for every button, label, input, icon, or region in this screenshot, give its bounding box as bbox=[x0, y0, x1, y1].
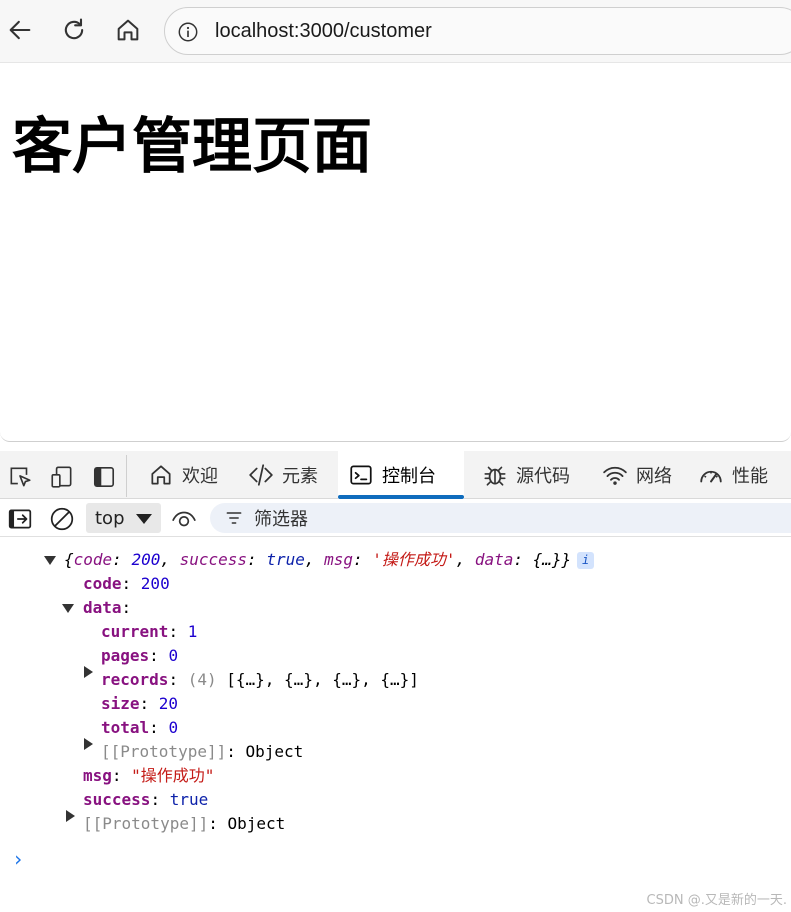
context-value: top bbox=[95, 507, 125, 529]
clear-console-button[interactable] bbox=[48, 505, 76, 533]
home-icon bbox=[117, 19, 139, 41]
inspect-element-button[interactable] bbox=[6, 463, 34, 491]
home-icon bbox=[151, 465, 171, 485]
reload-button[interactable] bbox=[56, 12, 92, 48]
home-button[interactable] bbox=[110, 12, 146, 48]
console-filter[interactable]: 筛选器 bbox=[210, 503, 791, 533]
dropdown-caret-icon bbox=[136, 514, 152, 524]
tab-welcome[interactable]: 欢迎 bbox=[138, 451, 228, 499]
console-prop-records[interactable]: records: (4) [{…}, {…}, {…}, {…}] bbox=[101, 668, 419, 692]
console-prop-msg: msg: "操作成功" bbox=[83, 766, 215, 785]
devtools-panel: 欢迎 元素 控制台 源代码 网络 性能 top 筛选器 {code: 200, … bbox=[0, 445, 791, 912]
toolbar-divider bbox=[126, 455, 127, 497]
url-text: localhost:3000/customer bbox=[215, 20, 432, 42]
collapse-triangle-icon[interactable] bbox=[66, 810, 75, 822]
info-badge-icon[interactable]: i bbox=[577, 552, 595, 569]
info-circle-icon[interactable] bbox=[177, 21, 199, 43]
device-icon bbox=[51, 466, 72, 488]
console-prompt[interactable]: › bbox=[12, 847, 24, 871]
console-output: {code: 200, success: true, msg: '操作成功', … bbox=[0, 537, 791, 912]
page-title: 客户管理页面 bbox=[12, 112, 372, 182]
console-prop-current: current: 1 bbox=[101, 622, 198, 641]
tab-console[interactable]: 控制台 bbox=[338, 451, 464, 499]
console-prop-root-prototype[interactable]: [[Prototype]]: Object bbox=[83, 812, 285, 836]
console-prop-code: code: 200 bbox=[83, 574, 170, 593]
code-icon bbox=[249, 464, 273, 486]
devtools-tab-bar: 欢迎 元素 控制台 源代码 网络 性能 bbox=[0, 451, 791, 499]
console-object-summary[interactable]: {code: 200, success: true, msg: '操作成功', … bbox=[64, 548, 595, 572]
context-selector[interactable]: top bbox=[86, 503, 161, 533]
console-prop-success: success: true bbox=[83, 790, 209, 809]
eye-icon bbox=[172, 511, 196, 527]
expand-triangle-icon[interactable] bbox=[44, 556, 56, 565]
console-icon bbox=[350, 465, 372, 485]
watermark: CSDN @.又是新的一天. bbox=[646, 893, 787, 908]
bug-icon bbox=[484, 466, 506, 486]
block-icon bbox=[50, 507, 74, 531]
inspect-cursor-icon bbox=[10, 467, 31, 487]
console-prop-size: size: 20 bbox=[101, 694, 179, 713]
back-button[interactable] bbox=[2, 12, 38, 48]
tab-elements[interactable]: 元素 bbox=[238, 451, 328, 499]
collapse-triangle-icon[interactable] bbox=[84, 738, 93, 750]
show-console-sidebar-button[interactable] bbox=[6, 505, 34, 533]
sidebar-icon bbox=[93, 466, 115, 488]
tab-label: 欢迎 bbox=[182, 466, 218, 487]
console-toolbar: top 筛选器 bbox=[0, 499, 791, 537]
filter-placeholder: 筛选器 bbox=[254, 509, 308, 530]
tab-label: 性能 bbox=[732, 466, 768, 487]
device-emulation-button[interactable] bbox=[48, 463, 76, 491]
tab-label: 网络 bbox=[636, 466, 672, 487]
collapse-triangle-icon[interactable] bbox=[84, 666, 93, 678]
live-expression-button[interactable] bbox=[170, 505, 198, 533]
sidebar-toggle-icon bbox=[8, 509, 32, 529]
tab-label: 源代码 bbox=[516, 466, 570, 487]
filter-icon bbox=[226, 512, 242, 524]
refresh-icon bbox=[64, 18, 84, 40]
page-viewport: 客户管理页面 bbox=[0, 62, 791, 442]
expand-triangle-icon[interactable] bbox=[62, 604, 74, 613]
tab-label: 元素 bbox=[282, 466, 318, 487]
arrow-left-icon bbox=[9, 20, 31, 40]
tab-network[interactable]: 网络 bbox=[592, 451, 682, 499]
console-prop-data-prototype[interactable]: [[Prototype]]: Object bbox=[101, 740, 303, 764]
tab-sources[interactable]: 源代码 bbox=[472, 451, 580, 499]
gauge-icon bbox=[700, 470, 722, 483]
tab-label: 控制台 bbox=[382, 466, 436, 487]
wifi-icon bbox=[603, 466, 627, 485]
console-prop-total: total: 0 bbox=[101, 718, 179, 737]
console-prop-pages: pages: 0 bbox=[101, 646, 179, 665]
toggle-sidebar-button[interactable] bbox=[90, 463, 118, 491]
tab-performance[interactable]: 性能 bbox=[688, 451, 778, 499]
browser-toolbar: localhost:3000/customer bbox=[0, 0, 791, 62]
address-bar[interactable]: localhost:3000/customer bbox=[164, 7, 791, 55]
console-prop-data[interactable]: data: bbox=[83, 596, 131, 620]
